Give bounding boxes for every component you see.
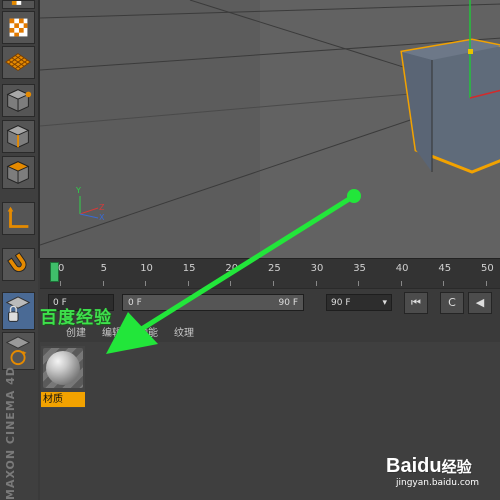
baidu-url-text: jingyan.baidu.com bbox=[396, 478, 480, 488]
baidu-logo-text: Baidu bbox=[386, 455, 442, 477]
annotation-arrow bbox=[106, 189, 361, 354]
baidu-logo-watermark: Baidu经验 jingyan.baidu.com bbox=[386, 455, 479, 488]
baidu-logo-cn: 经验 bbox=[441, 459, 472, 476]
